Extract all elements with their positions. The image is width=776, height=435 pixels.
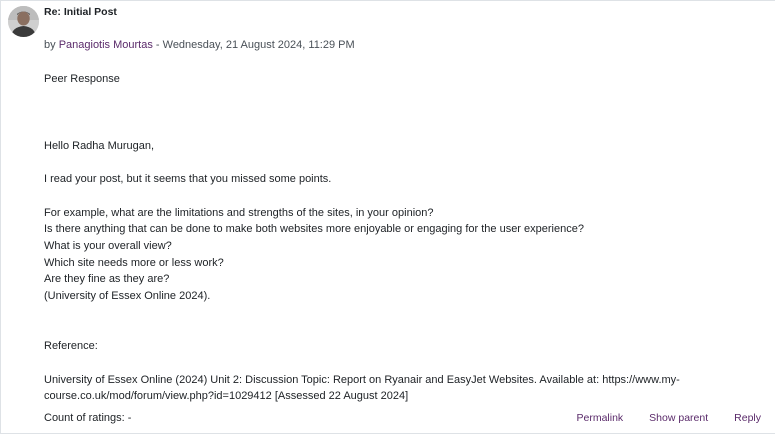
- content-question: What is your overall view?: [44, 239, 172, 252]
- reference-label: Reference:: [44, 340, 98, 353]
- post-footer: Count of ratings: - Permalink Show paren…: [44, 412, 761, 428]
- content-heading: Peer Response: [44, 73, 120, 85]
- permalink-link[interactable]: Permalink: [576, 412, 623, 424]
- content-citation: (University of Essex Online 2024).: [44, 290, 211, 303]
- post-date: - Wednesday, 21 August 2024, 11:29 PM: [152, 39, 355, 51]
- ratings-count: Count of ratings: -: [44, 412, 132, 424]
- post-content: Peer Response Hello Radha Murugan, I rea…: [44, 71, 734, 405]
- content-question: Is there anything that can be done to ma…: [44, 223, 584, 236]
- content-greeting: Hello Radha Murugan,: [44, 139, 155, 152]
- reply-link[interactable]: Reply: [734, 412, 761, 424]
- post-byline: by Panagiotis Mourtas - Wednesday, 21 Au…: [44, 39, 355, 51]
- author-link[interactable]: Panagiotis Mourtas: [59, 39, 153, 51]
- avatar[interactable]: [8, 6, 39, 37]
- show-parent-link[interactable]: Show parent: [649, 412, 708, 424]
- content-question: Are they fine as they are?: [44, 273, 170, 286]
- reference-text: University of Essex Online (2024) Unit 2…: [44, 373, 680, 403]
- post-title: Re: Initial Post: [44, 6, 117, 18]
- content-question: Which site needs more or less work?: [44, 256, 224, 269]
- user-avatar-icon: [8, 6, 39, 37]
- byline-prefix: by: [44, 39, 59, 51]
- content-question: For example, what are the limitations an…: [44, 206, 434, 219]
- post-actions: Permalink Show parent Reply: [576, 412, 761, 424]
- content-intro: I read your post, but it seems that you …: [44, 173, 332, 186]
- forum-post: Re: Initial Post by Panagiotis Mourtas -…: [0, 0, 775, 434]
